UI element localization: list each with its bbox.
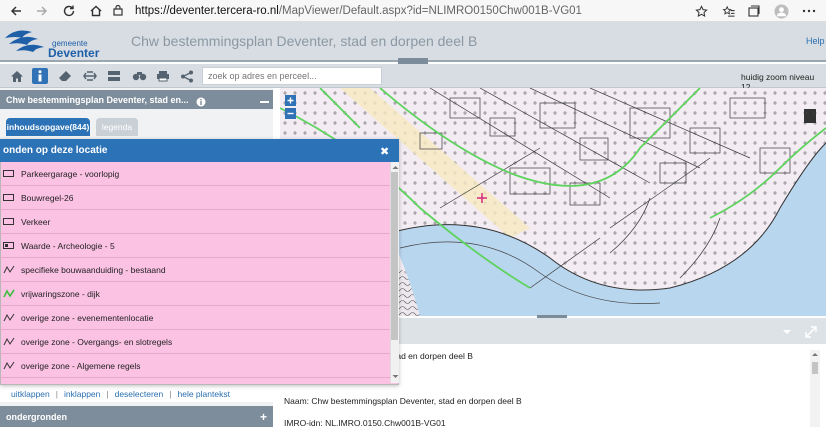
popup-list: Parkeergarage - voorlopig Bouwregel-26 Ver…	[0, 162, 390, 383]
map-toolbar	[0, 64, 826, 88]
popup-item-label: specifieke bouwaanduiding - bestaand	[21, 264, 166, 275]
more-menu-icon[interactable]	[800, 2, 818, 20]
inklappen-link[interactable]: inklappen	[64, 389, 100, 399]
close-icon[interactable]: ✖	[380, 145, 389, 158]
info-icon[interactable]	[32, 68, 48, 84]
popup-item-label: Waarde - Archeologie - 5	[21, 240, 115, 251]
details-title: tad en dorpen deel B	[394, 351, 473, 361]
popup-item-label: vrijwaringszone - dijk	[21, 288, 100, 299]
binoculars-icon[interactable]	[131, 68, 147, 84]
panel-title: Chw bestemmingsplan Deventer, stad en...	[6, 95, 189, 105]
popup-list-item[interactable]: Bouwregel-26	[0, 186, 390, 210]
tab-inhoudsopgave[interactable]: inhoudsopgave(844)	[6, 118, 90, 136]
line-zigzag-icon	[2, 361, 15, 370]
url-host: https://deventer.tercera-ro.nl	[135, 5, 279, 17]
hatched-rectangle-icon	[2, 241, 15, 250]
map-zoom-control[interactable]	[285, 95, 296, 119]
deselecteren-link[interactable]: deselecteren	[115, 389, 164, 399]
star-icon[interactable]	[692, 2, 710, 20]
refresh-icon[interactable]	[60, 2, 78, 20]
expand-plus-icon[interactable]: +	[260, 410, 267, 424]
popup-list-item[interactable]: Parkeergarage - voorlopig	[0, 162, 390, 186]
lock-icon	[113, 4, 127, 19]
popup-list-item[interactable]: Waarde - Archeologie - 5	[0, 234, 390, 258]
plan-title: Chw bestemmingsplan Deventer, stad en do…	[131, 33, 478, 49]
favorites-icon[interactable]	[720, 2, 738, 20]
logo-text-deventer: Deventer	[48, 46, 100, 60]
popup-list-item[interactable]: specifieke bouwaanduiding - bestaand	[0, 258, 390, 282]
home-map-icon[interactable]	[9, 68, 25, 84]
home-icon[interactable]	[87, 2, 105, 20]
panel-minimize-icon[interactable]	[260, 94, 269, 104]
profile-avatar-icon[interactable]	[772, 2, 790, 20]
popup-scroll-thumb[interactable]	[391, 172, 398, 340]
address-search-input[interactable]	[202, 67, 382, 85]
popup-title: onden op deze locatie	[3, 145, 108, 156]
popup-item-label: overige zone - evenementenlocatie	[21, 312, 154, 323]
popup-item-label: Verkeer	[21, 216, 51, 227]
ondergronden-label: ondergronden	[6, 412, 67, 422]
rectangle-icon	[2, 193, 15, 202]
panel-info-icon[interactable]	[196, 94, 206, 107]
back-icon[interactable]	[7, 2, 25, 20]
layers-icon[interactable]	[106, 68, 122, 84]
rectangle-icon	[2, 217, 15, 226]
panel-link-bar: uitklappen | inklappen | deselecteren | hele p…	[0, 385, 273, 402]
popup-list-item[interactable]: Verkeer	[0, 210, 390, 234]
print-icon[interactable]	[155, 68, 171, 84]
hele-plantekst-link[interactable]: hele plantekst	[177, 389, 229, 399]
popup-list-item[interactable]: vrijwaringszone - dijk	[0, 282, 390, 306]
chevron-down-icon[interactable]	[781, 325, 793, 337]
popup-item-label: overige zone - Algemene regels	[21, 360, 141, 371]
expand-icon[interactable]	[805, 325, 817, 338]
popup-list-item[interactable]: overige zone - Algemene regels	[0, 354, 390, 378]
popup-item-label: Parkeergarage - voorlopig	[21, 168, 120, 179]
popup-list-item[interactable]: overige zone - Overgangs- en slotregels	[0, 330, 390, 354]
popup-item-label: Bouwregel-26	[21, 192, 74, 203]
details-scrollbar[interactable]	[810, 350, 820, 427]
green-zigzag-icon	[2, 289, 15, 298]
eraser-icon[interactable]	[57, 68, 73, 84]
rectangle-icon	[2, 169, 15, 178]
uitklappen-link[interactable]: uitklappen	[11, 389, 50, 399]
line-zigzag-icon	[2, 265, 15, 274]
line-zigzag-icon	[2, 337, 15, 346]
share-icon[interactable]	[179, 68, 195, 84]
details-name: Naam: Chw bestemmingsplan Deventer, stad…	[284, 396, 522, 406]
help-link[interactable]: Help	[806, 36, 825, 46]
pan-arrows-icon[interactable]	[82, 68, 98, 84]
tab-legenda[interactable]: legenda	[96, 118, 138, 136]
url-path: /MapViewer/Default.aspx?id=NLIMRO0150Chw…	[278, 5, 582, 17]
address-bar[interactable]: https://deventer.tercera-ro.nl/MapViewer…	[113, 2, 713, 20]
line-zigzag-icon	[2, 313, 15, 322]
popup-list-item[interactable]: overige zone - evenementenlocatie	[0, 306, 390, 330]
collections-icon[interactable]	[745, 2, 763, 20]
forward-icon[interactable]	[33, 2, 51, 20]
popup-item-label: overige zone - Overgangs- en slotregels	[21, 336, 173, 347]
